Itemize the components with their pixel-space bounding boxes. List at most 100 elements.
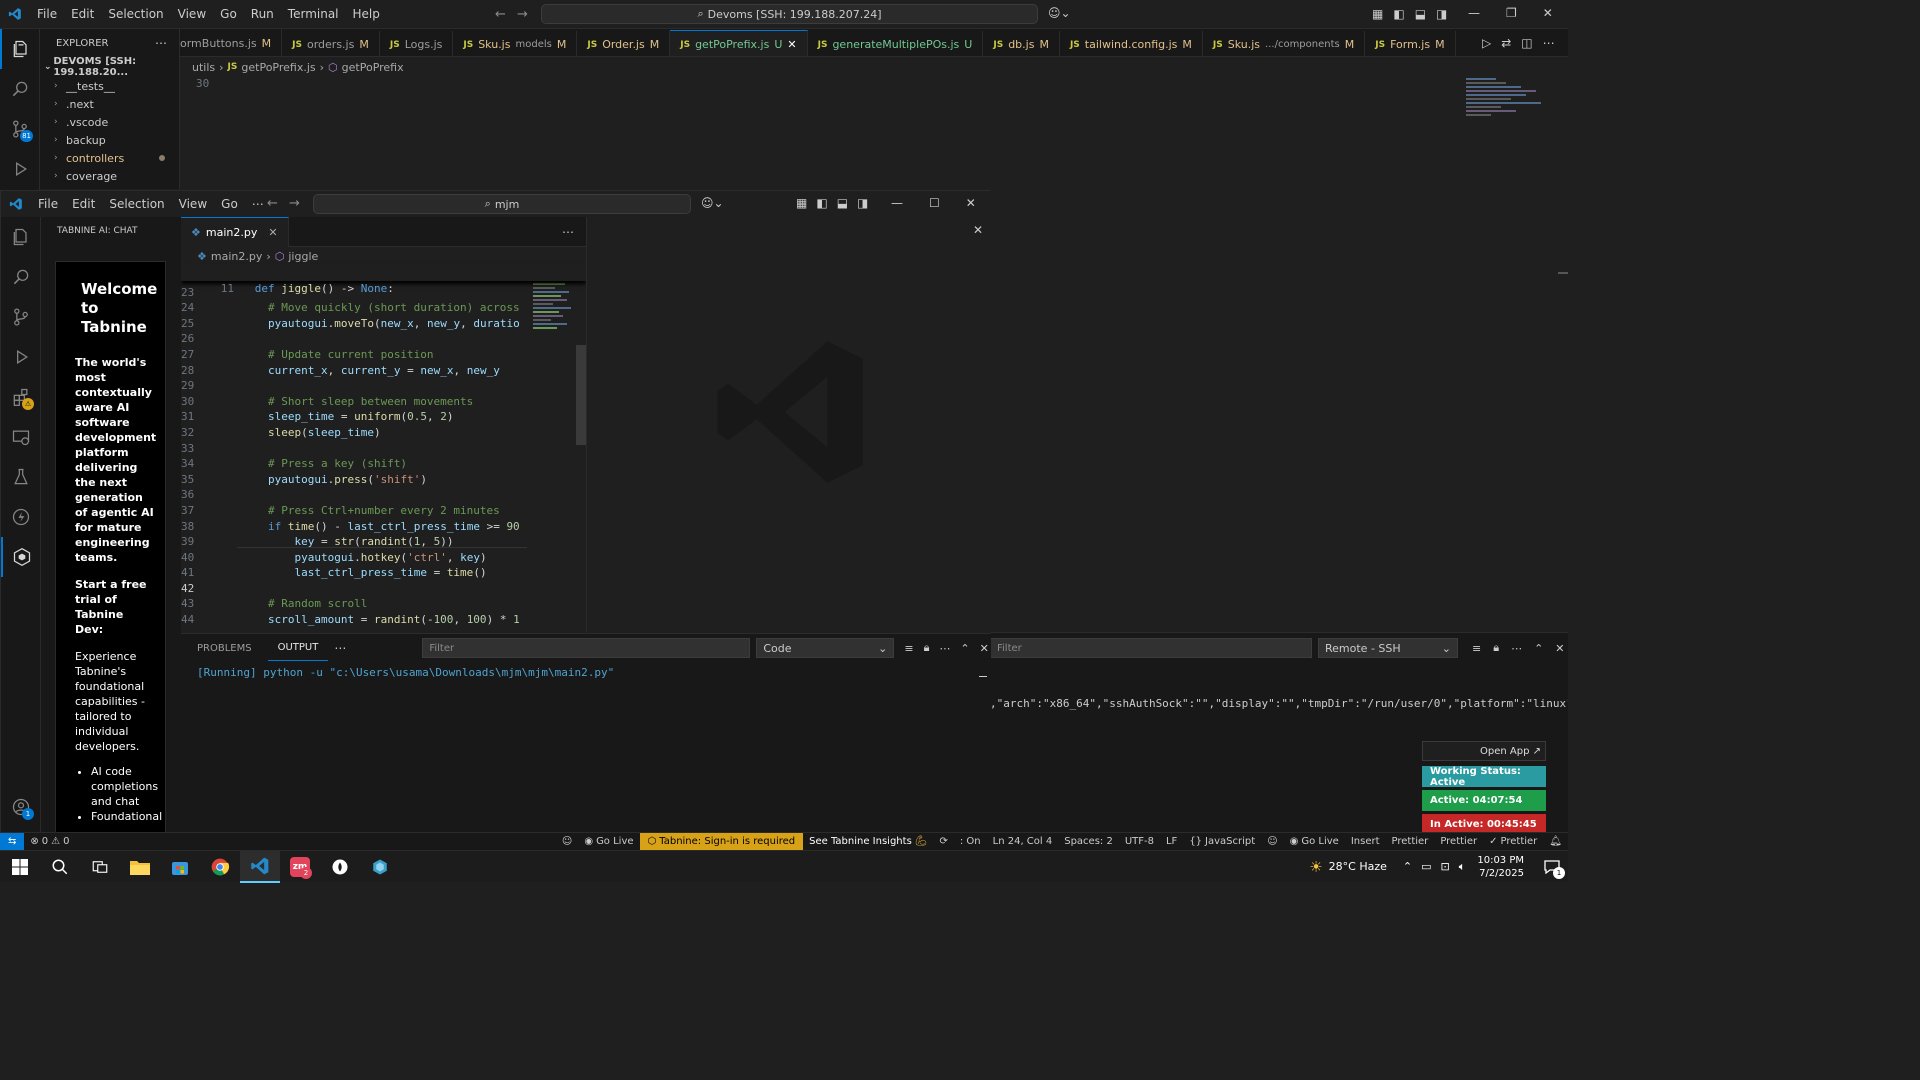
search-icon[interactable] [0, 69, 40, 109]
code-editor[interactable]: ❖ main2.py › ⬡ jiggle 11 def jiggle() -> … [181, 247, 586, 633]
notification-center-icon[interactable]: 1 [1536, 851, 1568, 883]
menu-view[interactable]: View [171, 7, 213, 21]
breadcrumb-item[interactable]: getPoPrefix.js [241, 61, 315, 74]
menu-file[interactable]: File [31, 197, 65, 211]
output-filter-input[interactable]: Filter [990, 638, 1312, 658]
indentation[interactable]: Spaces: 2 [1058, 833, 1119, 851]
explorer-icon[interactable] [0, 29, 40, 69]
maximize-icon[interactable]: ☐ [929, 196, 940, 210]
menu-edit[interactable]: Edit [65, 197, 102, 211]
menu-selection[interactable]: Selection [101, 7, 170, 21]
task-view-icon[interactable] [80, 851, 120, 883]
lock-icon[interactable]: 🔒︎ [1493, 641, 1499, 655]
minimize-icon[interactable]: — [1468, 6, 1480, 20]
clear-output-icon[interactable]: ≡ [1472, 642, 1481, 655]
layout-customize-icon[interactable]: ▦ [1372, 7, 1383, 21]
breadcrumb-item[interactable]: utils [192, 61, 215, 74]
menu-file[interactable]: File [30, 7, 64, 21]
toggle-sidebar-icon[interactable]: ◧ [816, 196, 827, 210]
tab-problems[interactable]: PROBLEMS [187, 635, 262, 661]
more-actions-icon[interactable]: ⋯ [939, 642, 950, 655]
end-of-line[interactable]: LF [1160, 833, 1183, 851]
testing-icon[interactable] [1, 457, 41, 497]
run-debug-icon[interactable] [0, 149, 40, 189]
nav-back-icon[interactable]: ← [495, 7, 506, 22]
explorer-icon[interactable] [1, 217, 41, 257]
tab-generatemultiplepos[interactable]: JS generateMultiplePOs.js U [808, 30, 984, 56]
remote-indicator[interactable]: ⇆ [0, 832, 25, 851]
tabnine-icon[interactable] [1, 537, 41, 577]
weather-label[interactable]: 28°C Haze [1329, 860, 1387, 873]
zoom-icon[interactable]: zm 2 [280, 851, 320, 883]
editor-scrollbar[interactable] [576, 345, 586, 445]
source-control-icon[interactable] [1, 297, 41, 337]
app-hex-icon[interactable] [360, 851, 400, 883]
more-actions-icon[interactable]: ⋯ [562, 225, 574, 239]
menu-view[interactable]: View [172, 197, 214, 211]
tab-form[interactable]: JS Form.js M [1365, 30, 1456, 56]
close-icon[interactable]: ✕ [1543, 6, 1553, 20]
go-live-button[interactable]: ◉ Go Live [1284, 833, 1345, 851]
tab-orders[interactable]: JS orders.js M [282, 30, 380, 56]
tab-sku-components[interactable]: JS Sku.js .../components M [1203, 30, 1366, 56]
more-actions-icon[interactable]: ⋯ [155, 36, 167, 50]
tab-main2py[interactable]: ❖ main2.py ✕ [181, 216, 289, 247]
close-panel-icon[interactable]: ✕ [1555, 642, 1564, 655]
app-drop-icon[interactable] [320, 851, 360, 883]
insert-mode[interactable]: Insert [1345, 833, 1386, 851]
sync-icon[interactable]: ⟳ [933, 833, 953, 851]
tab-order[interactable]: JS Order.js M [577, 30, 671, 56]
menu-go[interactable]: Go [214, 197, 245, 211]
notifications-bell-icon[interactable]: 🔔︎ [1543, 833, 1568, 851]
close-pane-icon[interactable]: ✕ [973, 223, 983, 237]
copilot-status-icon[interactable]: ☺ [1261, 833, 1283, 851]
search-icon[interactable] [1, 257, 41, 297]
lightning-icon[interactable] [1, 497, 41, 537]
cursor-position[interactable]: Ln 24, Col 4 [987, 833, 1059, 851]
close-tab-icon[interactable]: ✕ [268, 226, 277, 239]
lock-icon[interactable]: 🔒︎ [924, 641, 930, 655]
accounts-icon[interactable]: 1 [1, 787, 41, 827]
more-actions-icon[interactable]: ⋯ [1543, 36, 1555, 50]
taskbar-search-icon[interactable] [40, 851, 80, 883]
toggle-sidebar-icon[interactable]: ◧ [1393, 7, 1404, 21]
source-control-icon[interactable]: 81 [0, 109, 40, 149]
file-explorer-icon[interactable] [120, 851, 160, 883]
tab-output[interactable]: OUTPUT [267, 635, 329, 661]
nav-forward-icon[interactable]: → [517, 7, 528, 22]
nav-back-icon[interactable]: ← [267, 196, 278, 211]
close-panel-icon[interactable]: ✕ [980, 642, 989, 655]
menu-edit[interactable]: Edit [64, 7, 101, 21]
copilot-status-icon[interactable]: ☺ [556, 833, 578, 851]
prettier-status[interactable]: ✓ Prettier [1483, 833, 1543, 851]
maximize-panel-icon[interactable]: ⌃ [960, 642, 969, 655]
go-live-button[interactable]: ◉ Go Live [578, 833, 639, 851]
output-filter-input[interactable]: Filter [422, 638, 751, 658]
clear-output-icon[interactable]: ≡ [904, 642, 913, 655]
prettier-status[interactable]: Prettier [1434, 833, 1483, 851]
front-command-center[interactable]: ⌕ mjm [313, 194, 691, 214]
tab-logs[interactable]: JS Logs.js [380, 30, 454, 56]
menu-go[interactable]: Go [213, 7, 244, 21]
maximize-panel-icon[interactable]: ⌃ [1534, 642, 1543, 655]
tree-item[interactable]: › __tests__ [40, 77, 179, 95]
tree-item[interactable]: › controllers [40, 149, 179, 167]
microsoft-store-icon[interactable] [160, 851, 200, 883]
tree-item[interactable]: › coverage [40, 167, 179, 185]
restore-icon[interactable]: ❐ [1506, 6, 1517, 20]
tree-item[interactable]: › backup [40, 131, 179, 149]
toggle-panel-icon[interactable]: ⬓ [837, 196, 848, 210]
copilot-icon[interactable]: ☺⌄ [1048, 6, 1071, 20]
more-actions-icon[interactable]: ⋯ [334, 641, 346, 655]
toggle-secondary-sidebar-icon[interactable]: ◨ [1436, 7, 1447, 21]
tab-ormbuttons[interactable]: ormButtons.js M [180, 29, 283, 56]
menu-run[interactable]: Run [244, 7, 281, 21]
toggle-panel-icon[interactable]: ⬓ [1415, 7, 1426, 21]
weather-icon[interactable]: ☀ [1309, 858, 1322, 876]
volume-icon[interactable]: 🔈︎ [1459, 860, 1466, 874]
tab-db[interactable]: JS db.js M [983, 30, 1060, 56]
extensions-icon[interactable]: ⚠ [1, 377, 41, 417]
workspace-name[interactable]: DEVOMS [SSH: 199.188.20... [53, 56, 179, 78]
problems-indicator[interactable]: ⊗ 0 ⚠ 0 [24, 833, 75, 851]
menu-help[interactable]: Help [346, 7, 387, 21]
